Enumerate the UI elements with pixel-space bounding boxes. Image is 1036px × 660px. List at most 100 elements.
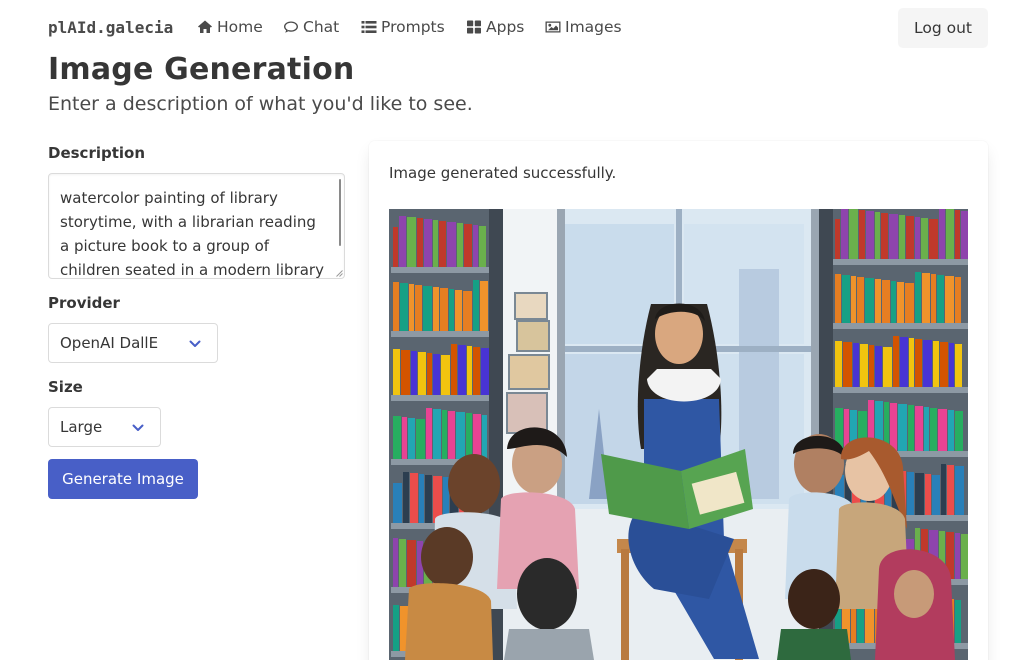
book-spine — [859, 210, 865, 259]
book-spine — [897, 282, 904, 323]
book-spine — [426, 408, 432, 459]
description-textarea[interactable]: watercolor painting of library storytime… — [48, 173, 345, 279]
book-spine — [961, 211, 968, 259]
nav-item-home[interactable]: Home — [197, 18, 263, 36]
book-spine — [875, 346, 882, 387]
book-spine — [418, 352, 426, 395]
book-spine — [924, 407, 929, 451]
book-spine — [467, 346, 472, 395]
book-spine — [922, 273, 930, 323]
book-spine — [875, 212, 880, 259]
provider-select[interactable]: OpenAI DallE — [48, 323, 218, 363]
book-spine — [882, 280, 890, 323]
nav-label-images: Images — [565, 18, 622, 36]
image-icon — [545, 21, 561, 33]
book-spine — [402, 417, 407, 459]
generate-image-button[interactable]: Generate Image — [48, 459, 198, 499]
book-spine — [433, 409, 441, 459]
book-spine — [947, 465, 954, 515]
generated-image[interactable] — [389, 209, 968, 660]
description-text: watercolor painting of library storytime… — [60, 189, 324, 279]
book-spine — [955, 344, 962, 387]
book-spine — [955, 277, 961, 323]
book-spine — [961, 534, 968, 579]
textarea-scrollbar[interactable] — [339, 179, 341, 246]
book-spine — [448, 411, 455, 459]
book-spine — [841, 209, 848, 259]
book-spine — [401, 350, 410, 395]
book-spine — [842, 275, 850, 323]
book-spine — [479, 226, 486, 267]
book-spine — [955, 466, 964, 515]
shelf-board — [391, 267, 489, 273]
book-spine — [393, 227, 398, 267]
size-select[interactable]: Large — [48, 407, 161, 447]
book-spine — [393, 605, 399, 651]
status-message: Image generated successfully. — [389, 164, 617, 182]
book-spine — [423, 286, 432, 331]
book-spine — [464, 224, 472, 267]
nav-item-images[interactable]: Images — [545, 18, 622, 36]
book-spine — [409, 284, 414, 331]
book-spine — [860, 344, 868, 387]
book-spine — [417, 218, 423, 267]
storytime-illustration — [389, 209, 968, 660]
page-subtitle: Enter a description of what you'd like t… — [48, 93, 473, 115]
book-spine — [851, 276, 856, 323]
resize-grip-icon[interactable] — [336, 270, 343, 277]
brand-logo[interactable]: plAId.galecia — [48, 18, 173, 37]
book-spine — [923, 340, 932, 387]
book-spine — [427, 353, 432, 395]
book-spine — [933, 341, 939, 387]
list-icon — [361, 21, 377, 33]
book-spine — [921, 218, 928, 259]
chevron-down-icon — [132, 424, 144, 431]
book-spine — [938, 409, 947, 451]
book-spine — [393, 349, 400, 395]
nav-item-chat[interactable]: Chat — [283, 18, 339, 36]
nav-item-apps[interactable]: Apps — [466, 18, 524, 36]
book-spine — [407, 217, 416, 267]
book-spine — [915, 272, 921, 323]
logout-button[interactable]: Log out — [898, 8, 988, 48]
book-spine — [399, 539, 406, 587]
nav-item-prompts[interactable]: Prompts — [361, 18, 445, 36]
shelf-board — [833, 387, 968, 393]
book-spine — [875, 279, 881, 323]
book-spine — [408, 418, 415, 459]
book-spine — [449, 289, 454, 331]
book-spine — [424, 219, 432, 267]
book-spine — [937, 275, 944, 323]
book-spine — [865, 278, 874, 323]
book-spine — [480, 281, 488, 331]
size-label: Size — [48, 378, 83, 396]
book-spine — [410, 473, 418, 523]
book-spine — [891, 281, 896, 323]
book-spine — [869, 345, 874, 387]
book-spine — [416, 419, 425, 459]
book-spine — [955, 600, 961, 643]
book-spine — [447, 222, 456, 267]
provider-selected-value: OpenAI DallE — [60, 334, 159, 352]
book-spine — [439, 221, 446, 267]
book-spine — [889, 214, 898, 259]
book-spine — [915, 339, 922, 387]
book-spine — [905, 283, 914, 323]
book-spine — [890, 403, 897, 451]
book-spine — [442, 410, 447, 459]
book-spine — [440, 288, 448, 331]
book-spine — [948, 410, 954, 451]
book-spine — [433, 354, 440, 395]
book-spine — [419, 474, 424, 523]
book-spine — [849, 209, 858, 259]
nav-label-home: Home — [217, 18, 263, 36]
provider-label: Provider — [48, 294, 120, 312]
book-spine — [482, 415, 487, 459]
book-spine — [835, 274, 841, 323]
book-spine — [949, 343, 954, 387]
book-spine — [451, 344, 457, 395]
book-spine — [441, 355, 450, 395]
book-spine — [908, 405, 914, 451]
nav-label-prompts: Prompts — [381, 18, 445, 36]
shelf-board — [833, 323, 968, 329]
